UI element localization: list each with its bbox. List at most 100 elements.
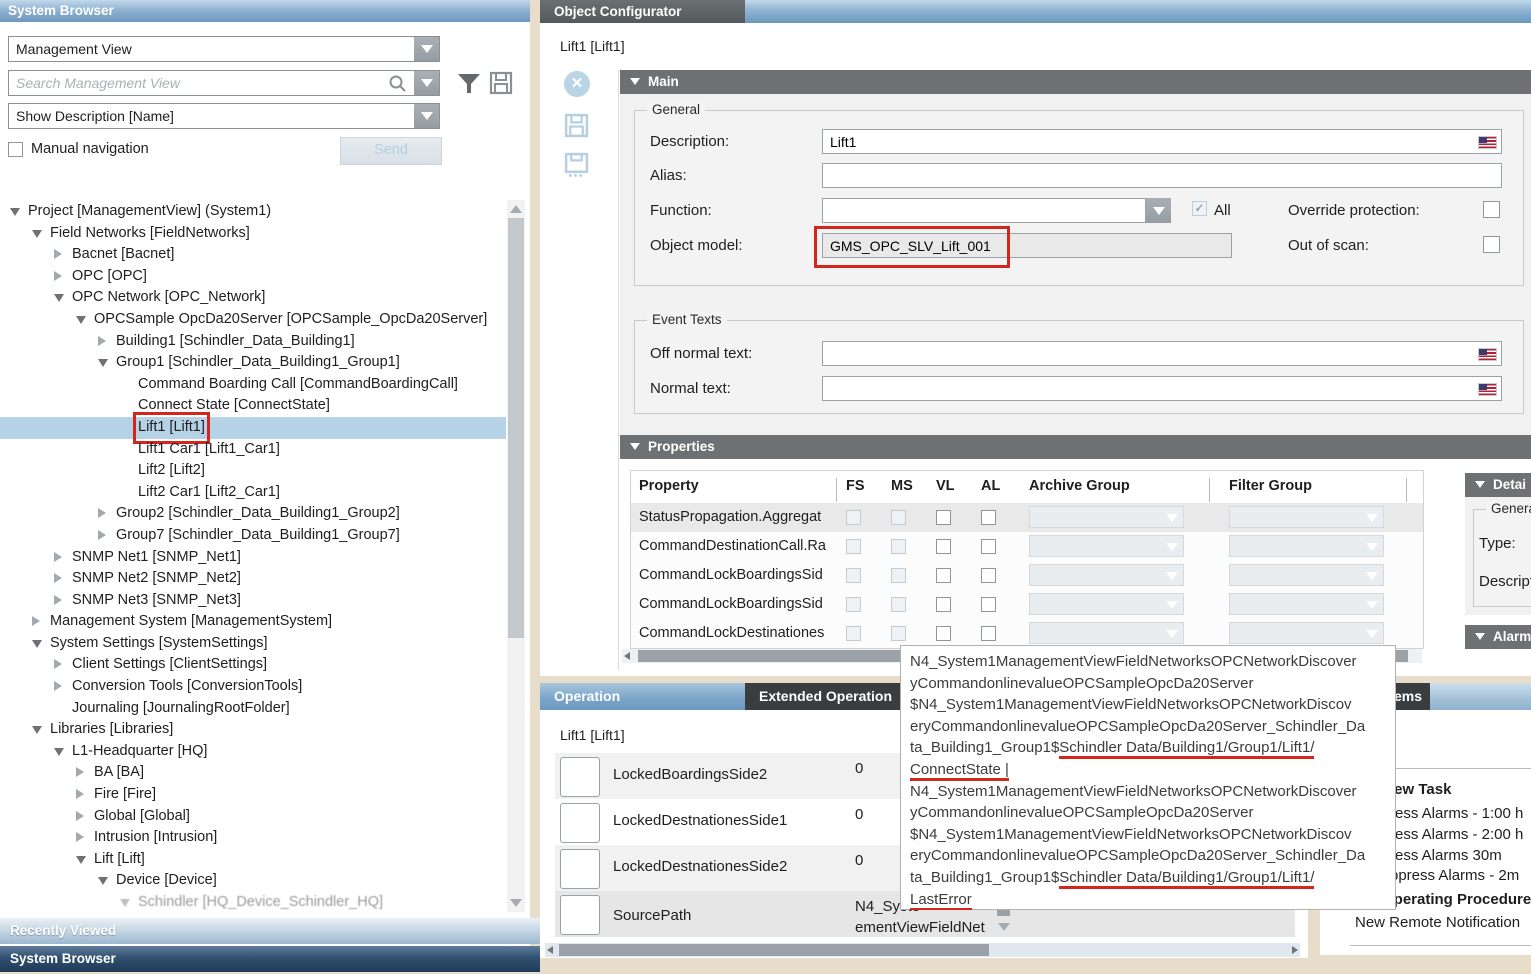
tree-item[interactable]: SNMP Net2 [SNMP_Net2]	[0, 568, 506, 590]
description-field[interactable]	[822, 129, 1502, 154]
vl-checkbox[interactable]	[936, 539, 951, 554]
archive-group-select[interactable]	[1029, 506, 1184, 528]
search-input[interactable]	[9, 71, 439, 95]
al-checkbox[interactable]	[981, 568, 996, 583]
tree-item[interactable]: Global [Global]	[0, 806, 506, 828]
expand-icon[interactable]	[54, 681, 62, 691]
main-section-header[interactable]: Main	[620, 70, 1531, 94]
related-item[interactable]: New Remote Notification	[1355, 914, 1520, 931]
collapse-icon[interactable]	[32, 640, 42, 648]
tree-item[interactable]: Schindler [HQ_Device_Schindler_HQ]	[0, 892, 506, 912]
tree-item[interactable]: OPC Network [OPC_Network]	[0, 287, 506, 309]
language-flag-icon[interactable]	[1478, 136, 1497, 149]
chevron-down-icon[interactable]	[414, 71, 439, 95]
tree-item[interactable]: Conversion Tools [ConversionTools]	[0, 676, 506, 698]
tree-item[interactable]: Fire [Fire]	[0, 784, 506, 806]
scrollbar-thumb[interactable]	[559, 944, 989, 956]
tree-item[interactable]: Group7 [Schindler_Data_Building1_Group7]	[0, 525, 506, 547]
all-checkbox[interactable]: ✓	[1192, 201, 1207, 216]
property-row[interactable]: CommandLockBoardingsSid	[631, 590, 1423, 619]
al-checkbox[interactable]	[981, 510, 996, 525]
collapse-icon[interactable]	[76, 316, 86, 324]
expand-icon[interactable]	[98, 530, 106, 540]
vl-checkbox[interactable]	[936, 597, 951, 612]
system-browser-bottom-bar[interactable]: System Browser	[0, 946, 540, 972]
close-icon[interactable]: ✕	[564, 71, 590, 97]
properties-section-header[interactable]: Properties	[620, 435, 1531, 459]
description-selector-combobox[interactable]: Show Description [Name]	[8, 103, 440, 129]
scroll-down-icon[interactable]	[998, 923, 1010, 931]
filter-group-select[interactable]	[1229, 593, 1384, 615]
language-flag-icon[interactable]	[1478, 383, 1497, 396]
save-icon[interactable]	[564, 113, 589, 138]
tree-item[interactable]: Command Boarding Call [CommandBoardingCa…	[0, 374, 506, 396]
tree-item[interactable]: Lift2 Car1 [Lift2_Car1]	[0, 482, 506, 504]
related-item[interactable]: ppress Alarms - 2m	[1390, 867, 1519, 884]
tree-scrollbar[interactable]	[507, 200, 525, 912]
tree-item[interactable]: Group2 [Schindler_Data_Building1_Group2]	[0, 503, 506, 525]
collapse-icon[interactable]	[32, 230, 42, 238]
related-item[interactable]: Operating Procedure	[1382, 891, 1531, 908]
tree-item[interactable]: Building1 [Schindler_Data_Building1]	[0, 331, 506, 353]
normal-text-field[interactable]	[822, 376, 1502, 401]
collapse-icon[interactable]	[120, 899, 130, 907]
tree-item[interactable]: System Settings [SystemSettings]	[0, 633, 506, 655]
scroll-left-icon[interactable]	[547, 946, 553, 954]
related-item[interactable]: lew Task	[1390, 781, 1451, 798]
tree-item[interactable]: Bacnet [Bacnet]	[0, 244, 506, 266]
view-selector-combobox[interactable]: Management View	[8, 36, 440, 62]
operation-command-button[interactable]	[560, 757, 600, 797]
archive-group-select[interactable]	[1029, 593, 1184, 615]
tree-item[interactable]: Device [Device]	[0, 870, 506, 892]
property-row[interactable]: StatusPropagation.Aggregat	[631, 503, 1423, 532]
property-row[interactable]: CommandDestinationCall.Ra	[631, 532, 1423, 561]
al-checkbox[interactable]	[981, 539, 996, 554]
send-button[interactable]: Send	[340, 137, 442, 165]
al-checkbox[interactable]	[981, 626, 996, 641]
tree-item[interactable]: OPC [OPC]	[0, 266, 506, 288]
function-field[interactable]	[822, 198, 1146, 223]
tree-item[interactable]: Lift2 [Lift2]	[0, 460, 506, 482]
scroll-right-icon[interactable]	[1292, 946, 1298, 954]
tree-item[interactable]: Lift [Lift]	[0, 849, 506, 871]
expand-icon[interactable]	[54, 659, 62, 669]
save-as-icon[interactable]	[564, 152, 589, 177]
collapse-icon[interactable]	[1475, 481, 1485, 488]
collapse-icon[interactable]	[98, 359, 108, 367]
save-icon[interactable]	[489, 71, 513, 95]
property-row[interactable]: CommandLockDestinationes	[631, 619, 1423, 648]
filter-group-select[interactable]	[1229, 535, 1384, 557]
scroll-left-icon[interactable]	[624, 652, 630, 660]
scroll-down-icon[interactable]	[510, 899, 522, 907]
scrollbar-thumb[interactable]	[508, 218, 524, 638]
tree-item[interactable]: Libraries [Libraries]	[0, 719, 506, 741]
collapse-icon[interactable]	[54, 294, 64, 302]
manual-navigation-checkbox[interactable]	[8, 142, 23, 157]
archive-group-select[interactable]	[1029, 564, 1184, 586]
language-flag-icon[interactable]	[1478, 348, 1497, 361]
vl-checkbox[interactable]	[936, 510, 951, 525]
collapse-icon[interactable]	[76, 856, 86, 864]
expand-icon[interactable]	[54, 595, 62, 605]
filter-icon[interactable]	[456, 72, 482, 96]
tree-item[interactable]: Project [ManagementView] (System1)	[0, 201, 506, 223]
expand-icon[interactable]	[32, 616, 40, 626]
expand-icon[interactable]	[98, 336, 106, 346]
tree-item[interactable]: Lift1 [Lift1]	[0, 417, 506, 439]
alarm-section-header[interactable]: Alarm	[1465, 625, 1531, 649]
off-normal-text-field[interactable]	[822, 341, 1502, 366]
tree-item[interactable]: Lift1 Car1 [Lift1_Car1]	[0, 439, 506, 461]
tree-item[interactable]: Client Settings [ClientSettings]	[0, 654, 506, 676]
collapse-icon[interactable]	[630, 443, 640, 450]
expand-icon[interactable]	[54, 573, 62, 583]
tree-item[interactable]: Intrusion [Intrusion]	[0, 827, 506, 849]
filter-group-select[interactable]	[1229, 622, 1384, 644]
expand-icon[interactable]	[54, 552, 62, 562]
tree-item[interactable]: Journaling [JournalingRootFolder]	[0, 698, 506, 720]
expand-icon[interactable]	[76, 767, 84, 777]
chevron-down-icon[interactable]	[1146, 198, 1171, 223]
collapse-icon[interactable]	[10, 208, 20, 216]
collapse-icon[interactable]	[630, 78, 640, 85]
tree-item[interactable]: SNMP Net3 [SNMP_Net3]	[0, 590, 506, 612]
collapse-icon[interactable]	[32, 726, 42, 734]
